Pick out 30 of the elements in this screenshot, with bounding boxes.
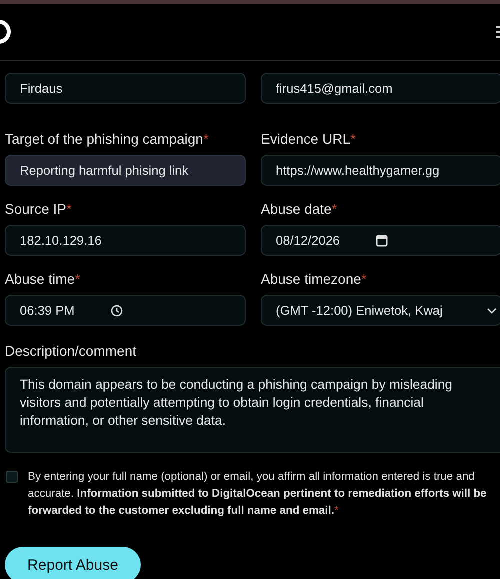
required-mark: * bbox=[350, 131, 356, 147]
required-mark: * bbox=[361, 271, 367, 287]
chevron-down-icon[interactable] bbox=[486, 308, 497, 314]
consent-text: By entering your full name (optional) or email, you affirm all information entered is true and accurate. Information submitted to DigitalOcean pertinent to remediation efforts will be forwarded to the customer excluding full name and email.* bbox=[28, 470, 488, 519]
menu-icon[interactable] bbox=[496, 25, 500, 39]
input-field[interactable]: https://www.healthygamer.gg bbox=[261, 155, 500, 186]
consent-checkbox[interactable] bbox=[6, 471, 18, 483]
logo-icon[interactable] bbox=[0, 19, 12, 45]
input-field[interactable]: firus415@gmail.com bbox=[261, 73, 500, 104]
report-abuse-button[interactable]: Report Abuse bbox=[5, 547, 141, 579]
clock-icon[interactable] bbox=[110, 304, 123, 316]
field-label: Description/comment bbox=[5, 343, 136, 359]
required-mark: * bbox=[203, 131, 209, 147]
date-field[interactable]: 08/12/2026 bbox=[261, 225, 500, 256]
field-label: Evidence URL bbox=[261, 131, 350, 147]
required-mark: * bbox=[332, 201, 338, 217]
field-label: Source IP bbox=[5, 201, 66, 217]
input-field[interactable]: Reporting harmful phising link bbox=[5, 155, 246, 186]
required-mark: * bbox=[75, 271, 80, 287]
required-mark: * bbox=[66, 201, 72, 217]
calendar-icon[interactable] bbox=[376, 234, 388, 247]
description-textarea[interactable]: This domain appears to be conducting a phishing campaign by misleading visitors and potentially attempting to obtain login credentials, financial information, or other sensitive data. bbox=[5, 367, 500, 453]
input-field[interactable]: 182.10.129.16 bbox=[5, 225, 246, 256]
field-label: Abuse time bbox=[5, 271, 76, 287]
input-field[interactable]: Firdaus bbox=[5, 73, 246, 104]
time-field[interactable]: 06:39 PM bbox=[5, 295, 246, 326]
field-label: Abuse date bbox=[261, 201, 332, 217]
field-label: Abuse timezone bbox=[261, 271, 362, 287]
field-label: Target of the phishing campaign bbox=[5, 131, 204, 147]
timezone-select[interactable]: (GMT -12:00) Eniwetok, Kwaj bbox=[261, 295, 500, 326]
